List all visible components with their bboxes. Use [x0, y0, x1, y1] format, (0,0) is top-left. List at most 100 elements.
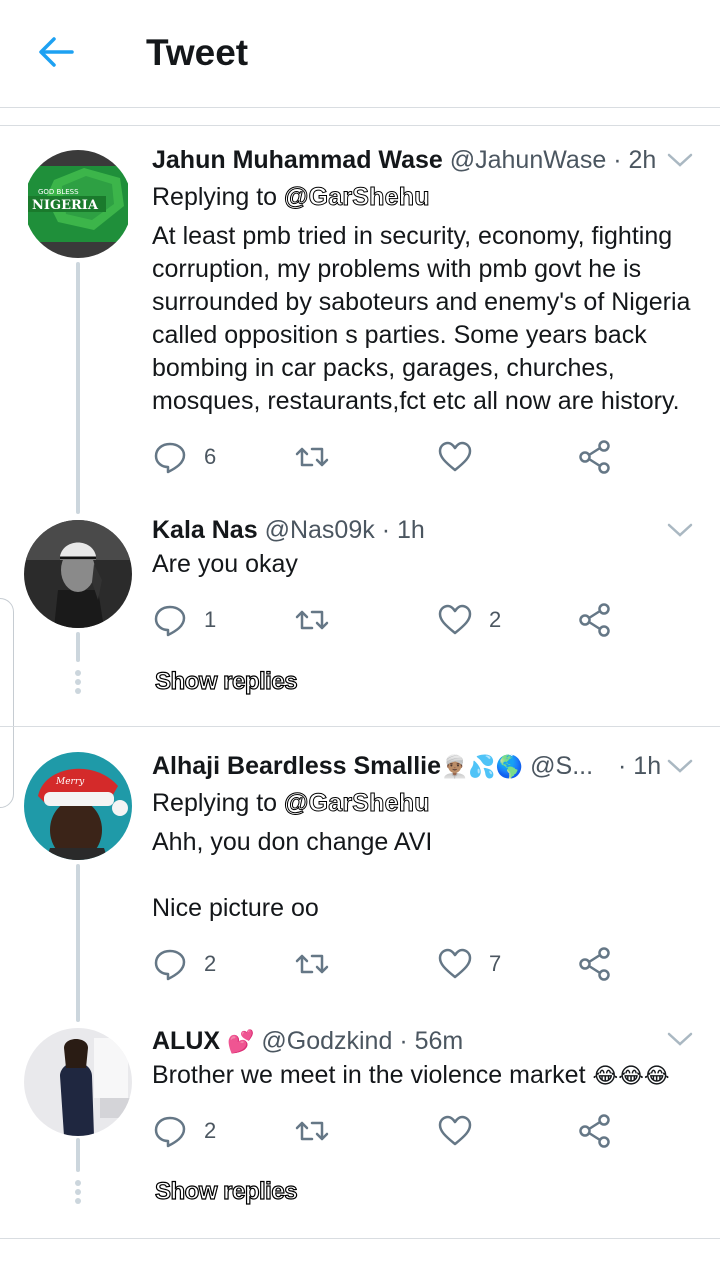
timestamp: · 1h [381, 516, 425, 544]
like-button[interactable]: 7 [437, 944, 501, 984]
name-emoji: 👳🏽‍♂️💦🌎 [441, 754, 524, 779]
avatar[interactable] [24, 520, 132, 628]
share-icon [579, 603, 610, 637]
thread-dot [75, 679, 81, 685]
chevron-down-icon[interactable] [666, 757, 694, 775]
tweet-text-content: Brother we meet in the violence market [152, 1061, 586, 1089]
retweet-button[interactable] [294, 600, 346, 640]
page-title: Tweet [146, 32, 249, 73]
divider [0, 726, 720, 727]
display-name[interactable]: Jahun Muhammad Wase [152, 146, 443, 174]
show-replies-link[interactable]: Show replies [154, 667, 298, 696]
reply-icon [154, 605, 186, 637]
retweet-icon [295, 1121, 329, 1141]
tweet-text: At least pmb tried in security, economy,… [152, 222, 698, 415]
thread-dot [75, 1198, 81, 1204]
divider [0, 1238, 720, 1239]
share-icon [579, 440, 610, 474]
heart-icon [438, 948, 472, 979]
reply-button[interactable]: 2 [152, 1111, 216, 1151]
reply-count: 1 [204, 607, 217, 632]
share-icon [579, 1114, 610, 1148]
svg-text:NIGERIA: NIGERIA [32, 198, 99, 213]
like-button[interactable] [437, 437, 489, 477]
retweet-button[interactable] [294, 944, 346, 984]
timestamp: · 2h [613, 146, 657, 174]
tweet-header: Jahun Muhammad Wase @JahunWase · 2h [152, 145, 656, 175]
share-button[interactable] [577, 1111, 613, 1151]
reply-count: 2 [204, 951, 217, 976]
svg-text:GOD BLESS: GOD BLESS [38, 188, 79, 196]
like-button[interactable]: 2 [437, 600, 501, 640]
thread-dot [75, 670, 81, 676]
retweet-button[interactable] [294, 1111, 346, 1151]
reply-count: 2 [204, 1118, 217, 1143]
timestamp: · 1h [618, 752, 662, 780]
display-name[interactable]: ALUX [152, 1027, 220, 1055]
tweet-header: Kala Nas @Nas09k · 1h [152, 515, 425, 545]
user-handle[interactable]: @S... [530, 752, 593, 780]
thread-line [76, 1138, 80, 1172]
heart-icon [438, 1115, 472, 1146]
mention-link[interactable]: @GarShehu [284, 183, 430, 212]
heart-icon [438, 604, 472, 635]
tweet-text: Ahh, you don change AVI Nice picture oo [152, 828, 433, 922]
back-arrow-icon[interactable] [34, 30, 78, 74]
reply-icon [154, 949, 186, 981]
thread-line [76, 632, 80, 662]
replying-to: Replying to @GarShehu [152, 182, 430, 212]
tweet-text: Are you okay [152, 550, 298, 578]
chevron-down-icon[interactable] [666, 1030, 694, 1048]
thread-line [76, 262, 80, 514]
tweet-header: ALUX 💕 @Godzkind · 56m [152, 1026, 463, 1057]
thread-line [76, 864, 80, 1022]
heart-icon [438, 441, 472, 472]
tweet-header: Alhaji Beardless Smallie👳🏽‍♂️💦🌎 @S... · … [152, 751, 661, 782]
svg-text:Merry: Merry [55, 777, 85, 787]
thread-dot [75, 688, 81, 694]
tweet-actions: 2 7 [152, 944, 632, 984]
share-button[interactable] [577, 600, 613, 640]
reply-button[interactable]: 1 [152, 600, 216, 640]
mention-link[interactable]: @GarShehu [284, 789, 430, 818]
tweet-actions: 1 2 [152, 600, 632, 640]
edge-panel-handle[interactable] [0, 598, 14, 808]
user-handle[interactable]: @JahunWase [450, 146, 606, 174]
share-button[interactable] [577, 437, 613, 477]
user-handle[interactable]: @Nas09k [265, 516, 375, 544]
retweet-icon [295, 954, 329, 974]
like-count: 7 [489, 951, 502, 976]
chevron-down-icon[interactable] [666, 521, 694, 539]
retweet-icon [295, 610, 329, 630]
tweet-text: Brother we meet in the violence market 😂… [152, 1059, 697, 1092]
avatar[interactable]: NIGERIA GOD BLESS [24, 150, 132, 258]
like-count: 2 [489, 607, 502, 632]
retweet-button[interactable] [294, 437, 346, 477]
like-button[interactable] [437, 1111, 489, 1151]
reply-button[interactable]: 2 [152, 944, 216, 984]
replying-label: Replying to [152, 183, 278, 211]
reply-icon [154, 1116, 186, 1148]
replying-to: Replying to @GarShehu [152, 788, 430, 818]
chevron-down-icon[interactable] [666, 151, 694, 169]
avatar[interactable]: Merry [24, 752, 132, 860]
tweet-actions: 6 [152, 437, 632, 477]
replying-label: Replying to [152, 789, 278, 817]
display-name[interactable]: Alhaji Beardless Smallie [152, 752, 441, 780]
share-button[interactable] [577, 944, 613, 984]
avatar[interactable] [24, 1028, 132, 1136]
display-name[interactable]: Kala Nas [152, 516, 258, 544]
retweet-icon [295, 447, 329, 467]
show-replies-link[interactable]: Show replies [154, 1177, 298, 1206]
share-icon [579, 947, 610, 981]
user-handle[interactable]: @Godzkind [261, 1027, 392, 1055]
timestamp: · 56m [399, 1027, 464, 1055]
divider [0, 125, 720, 126]
text-emoji: 😂😂😂 [592, 1063, 670, 1088]
thread-dot [75, 1189, 81, 1195]
thread-dot [75, 1180, 81, 1186]
reply-count: 6 [204, 444, 217, 469]
top-bar: Tweet [0, 0, 720, 108]
reply-button[interactable]: 6 [152, 437, 216, 477]
tweet-actions: 2 [152, 1111, 632, 1151]
